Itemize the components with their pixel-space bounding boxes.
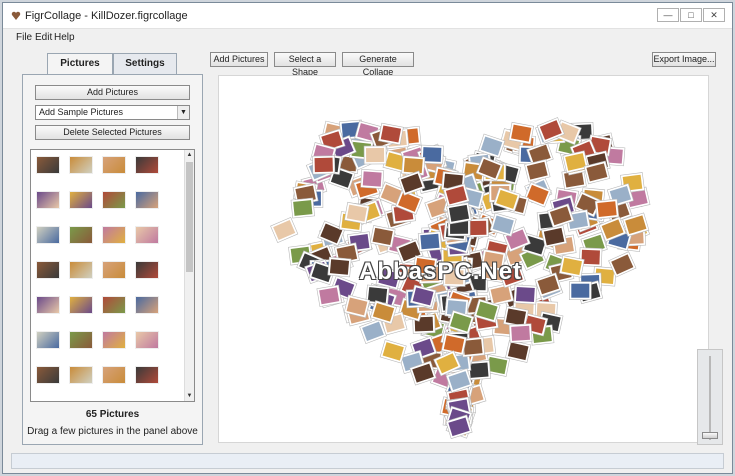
thumbnail-list[interactable]: ▲ ▼ (30, 149, 195, 402)
thumbnail-item[interactable] (135, 366, 159, 384)
watermark-text: AbbasPC.Net (359, 258, 523, 285)
scroll-down-icon[interactable]: ▼ (185, 391, 194, 401)
select-shape-button[interactable]: Select a Shape (274, 52, 336, 77)
chevron-down-icon[interactable]: ▼ (177, 106, 189, 119)
collage-photo (379, 339, 407, 364)
collage-photo (401, 155, 426, 176)
panel-hint: Drag a few pictures in the panel above (27, 426, 198, 437)
thumbnail-item[interactable] (69, 191, 93, 209)
generate-collage-button[interactable]: Generate Collage (342, 52, 414, 77)
app-logo-icon (11, 11, 21, 20)
maximize-button[interactable]: □ (680, 8, 702, 22)
collage-photo (344, 201, 370, 225)
thumbnail-item[interactable] (135, 191, 159, 209)
collage-photo (594, 198, 620, 220)
thumbnail-item[interactable] (69, 331, 93, 349)
zoom-slider-track (709, 356, 711, 440)
delete-selected-button[interactable]: Delete Selected Pictures (35, 125, 190, 140)
thumbnail-item[interactable] (135, 331, 159, 349)
collage-photo (508, 121, 535, 145)
zoom-slider[interactable] (697, 349, 723, 445)
window-title: FigrCollage - KillDozer.figrcollage (25, 10, 188, 22)
zoom-slider-knob[interactable] (702, 432, 718, 439)
pictures-panel: Add Pictures Add Sample Pictures ▼ Delet… (22, 74, 203, 445)
thumbnail-item[interactable] (36, 331, 60, 349)
collage-photo (327, 256, 352, 278)
thumbnail-item[interactable] (36, 296, 60, 314)
picture-count: 65 Pictures (85, 409, 140, 420)
title-bar: FigrCollage - KillDozer.figrcollage — □ … (3, 3, 732, 29)
collage-photo (360, 168, 385, 190)
menu-bar: File Edit Help (3, 30, 732, 46)
tab-pictures[interactable]: Pictures (47, 53, 113, 76)
collage-canvas[interactable]: AbbasPC.Net (218, 75, 709, 443)
menu-help[interactable]: Help (54, 32, 75, 43)
minimize-button[interactable]: — (657, 8, 679, 22)
thumbnail-item[interactable] (135, 226, 159, 244)
collage-photo (568, 281, 592, 300)
scrollbar-thumb[interactable] (186, 162, 193, 272)
scroll-up-icon[interactable]: ▲ (185, 150, 194, 160)
thumbnail-item[interactable] (102, 366, 126, 384)
close-button[interactable]: ✕ (703, 8, 725, 22)
thumbnail-item[interactable] (69, 296, 93, 314)
collage-photo (316, 284, 342, 307)
thumbnail-item[interactable] (135, 261, 159, 279)
thumbnail-item[interactable] (135, 296, 159, 314)
thumbnail-item[interactable] (102, 331, 126, 349)
thumbnail-item[interactable] (69, 261, 93, 279)
panel-add-pictures-button[interactable]: Add Pictures (35, 85, 190, 100)
thumbnail-item[interactable] (102, 226, 126, 244)
collage-photo (270, 216, 299, 244)
collage-photo (558, 255, 585, 278)
add-pictures-button[interactable]: Add Pictures (210, 52, 268, 67)
menu-file[interactable]: File (16, 32, 32, 43)
thumbnail-scrollbar[interactable]: ▲ ▼ (184, 150, 194, 401)
thumbnail-item[interactable] (69, 156, 93, 174)
collage-photo (290, 197, 315, 219)
thumbnail-item[interactable] (135, 156, 159, 174)
collage-photo (378, 122, 404, 146)
status-bar (11, 453, 724, 469)
menu-edit[interactable]: Edit (35, 32, 52, 43)
thumbnail-item[interactable] (102, 156, 126, 174)
thumbnail-item[interactable] (36, 261, 60, 279)
thumbnail-item[interactable] (36, 366, 60, 384)
sample-pictures-select-value: Add Sample Pictures (39, 107, 124, 117)
tab-settings[interactable]: Settings (113, 53, 177, 75)
export-image-button[interactable]: Export Image... (652, 52, 716, 67)
collage-photo (417, 231, 442, 252)
collage-photo (508, 323, 533, 344)
thumbnail-item[interactable] (102, 191, 126, 209)
thumbnail-item[interactable] (36, 191, 60, 209)
thumbnail-item[interactable] (102, 261, 126, 279)
app-window: FigrCollage - KillDozer.figrcollage — □ … (2, 2, 733, 474)
thumbnail-item[interactable] (69, 226, 93, 244)
collage-photo (369, 225, 396, 248)
sample-pictures-select[interactable]: Add Sample Pictures ▼ (35, 105, 190, 120)
collage-photo (513, 284, 538, 305)
thumbnail-item[interactable] (36, 226, 60, 244)
collage-photo (363, 145, 387, 165)
thumbnail-item[interactable] (36, 156, 60, 174)
thumbnail-item[interactable] (69, 366, 93, 384)
thumbnail-item[interactable] (102, 296, 126, 314)
collage-photo (312, 155, 336, 175)
collage-photo (446, 202, 472, 225)
